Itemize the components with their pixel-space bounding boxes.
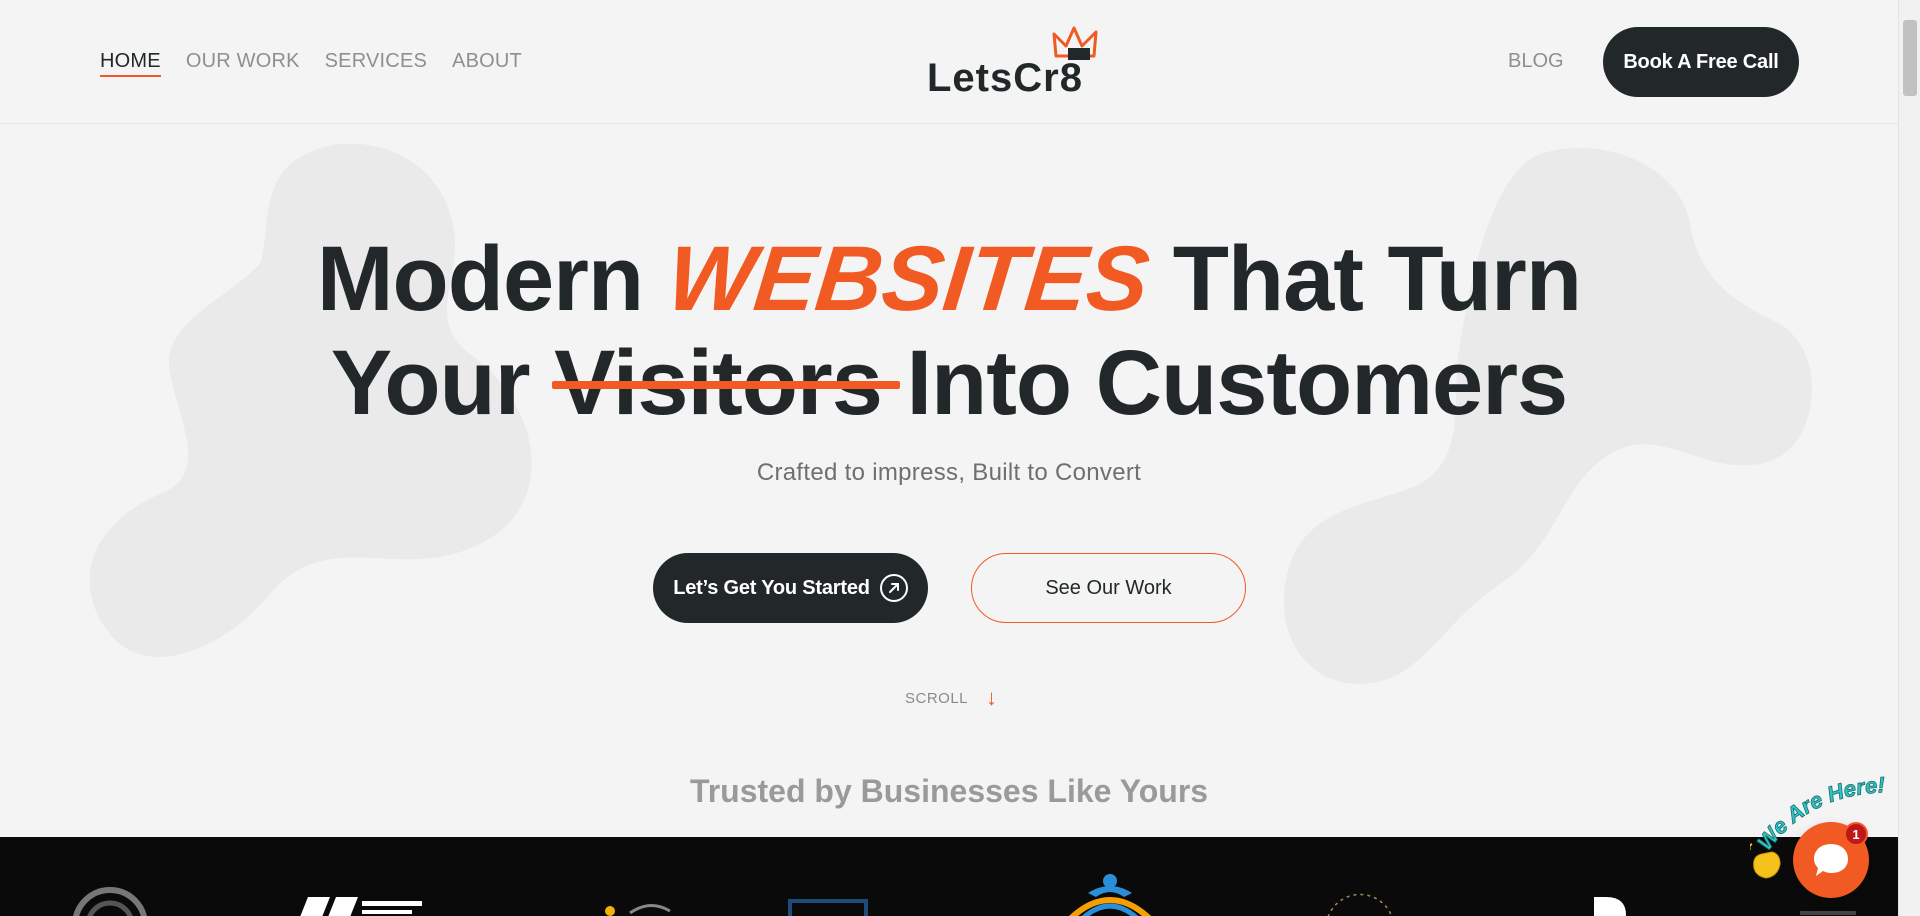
nav-our-work[interactable]: OUR WORK	[186, 50, 300, 77]
site-header: HOME OUR WORK SERVICES ABOUT LetsCr8 BLO…	[0, 0, 1898, 124]
notification-badge: 1	[1844, 822, 1868, 846]
hero-text: Modern	[316, 228, 668, 330]
get-started-label: Let’s Get You Started	[673, 576, 870, 599]
chat-bubble-icon	[1814, 844, 1848, 876]
client-logo-icon	[605, 904, 671, 916]
client-logo-strip	[0, 837, 1898, 916]
arrow-down-icon: ↓	[986, 685, 998, 710]
scroll-indicator[interactable]: SCROLL ↓	[905, 687, 998, 709]
arrow-up-right-circle-icon	[879, 574, 908, 602]
hero-headline-line2: Your Visitors Into Customers	[0, 337, 1898, 429]
get-started-button[interactable]: Let’s Get You Started	[653, 553, 928, 623]
client-logo-icon	[1327, 893, 1393, 916]
hero-highlight: WEBSITES	[662, 228, 1154, 330]
site-logo[interactable]: LetsCr8	[927, 26, 1103, 100]
see-our-work-button[interactable]: See Our Work	[971, 553, 1246, 623]
hero-strikethrough: Visitors	[554, 332, 883, 434]
nav-blog[interactable]: BLOG	[1508, 50, 1564, 73]
crown-icon	[1052, 26, 1098, 60]
client-logo-icon	[73, 887, 147, 916]
book-free-call-button[interactable]: Book A Free Call	[1603, 27, 1799, 97]
client-logo-icon	[1068, 874, 1152, 916]
client-logo-icon	[788, 899, 868, 916]
hero-text: That Turn	[1148, 228, 1582, 330]
hero-text: Into Customers	[881, 332, 1568, 434]
background-blobs	[89, 143, 1813, 684]
hero-headline-line1: Modern WEBSITES That Turn	[0, 228, 1898, 330]
logo-text: LetsCr8	[927, 56, 1083, 100]
main-nav: HOME OUR WORK SERVICES ABOUT	[100, 50, 522, 77]
nav-about[interactable]: ABOUT	[452, 50, 522, 77]
hero-text: Your	[330, 332, 555, 434]
client-logo-icon	[300, 897, 422, 916]
hero-subtitle: Crafted to impress, Built to Convert	[756, 459, 1142, 486]
scroll-label: SCROLL	[905, 689, 969, 707]
client-logo-icon	[1594, 897, 1626, 916]
client-logo-icon	[1800, 911, 1856, 915]
nav-home[interactable]: HOME	[100, 50, 161, 77]
scrollbar-thumb[interactable]	[1903, 20, 1917, 96]
trusted-heading: Trusted by Businesses Like Yours	[689, 773, 1209, 809]
nav-services[interactable]: SERVICES	[325, 50, 427, 77]
